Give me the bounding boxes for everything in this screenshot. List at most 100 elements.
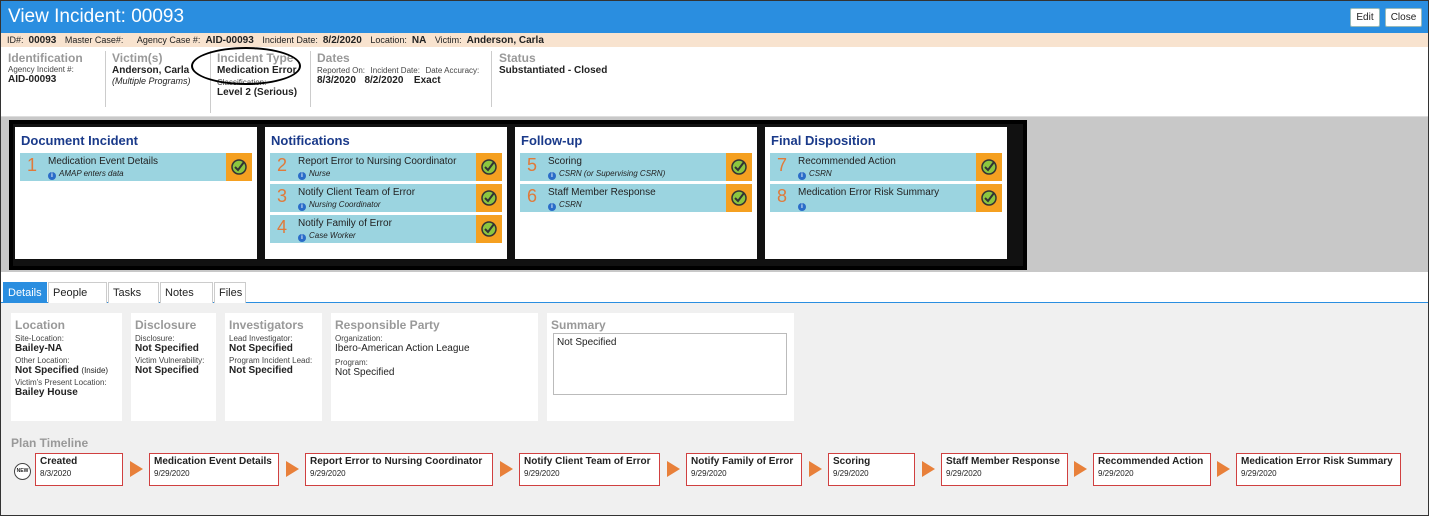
- step-number: 6: [526, 186, 537, 206]
- step-4[interactable]: 4 Notify Family of Error i Case Worker: [270, 215, 502, 243]
- complete-check-icon[interactable]: [976, 184, 1002, 212]
- complete-check-icon[interactable]: [476, 184, 502, 212]
- site-location-label: Site-Location:: [15, 334, 64, 343]
- step-role: AMAP enters data: [59, 169, 124, 178]
- timeline-item-date: 9/29/2020: [691, 469, 727, 478]
- present-location-value: Bailey House: [15, 387, 78, 398]
- complete-check-icon[interactable]: [976, 153, 1002, 181]
- timeline-item-name: Staff Member Response: [946, 456, 1060, 467]
- master-case-label: Master Case#:: [64, 35, 124, 45]
- disclosure-title: Disclosure: [135, 318, 197, 332]
- location-box: Location Site-Location: Bailey-NA Other …: [11, 313, 122, 421]
- complete-check-icon[interactable]: [476, 153, 502, 181]
- step-role: Nursing Coordinator: [309, 200, 381, 209]
- info-icon: i: [548, 203, 556, 211]
- step-label: Medication Error Risk Summary: [798, 187, 940, 198]
- info-icon: i: [298, 172, 306, 180]
- status-section: Status Substantiated - Closed: [491, 51, 691, 107]
- timeline-item-staff-member-response[interactable]: Staff Member Response 9/29/2020: [941, 453, 1068, 486]
- step-1[interactable]: 1 Medication Event Details i AMAP enters …: [20, 153, 252, 181]
- info-icon: i: [298, 234, 306, 242]
- plan-timeline-title: Plan Timeline: [11, 436, 89, 450]
- program-value: Not Specified: [335, 367, 395, 378]
- complete-check-icon[interactable]: [726, 153, 752, 181]
- step-role: Case Worker: [309, 231, 356, 240]
- step-8[interactable]: 8 Medication Error Risk Summary i: [770, 184, 1002, 212]
- summary-textarea[interactable]: Not Specified: [553, 333, 787, 395]
- tab-tasks[interactable]: Tasks (3): [108, 282, 159, 320]
- step-3[interactable]: 3 Notify Client Team of Error i Nursing C…: [270, 184, 502, 212]
- timeline-arrow-icon: [1217, 461, 1230, 477]
- close-button[interactable]: Close: [1385, 8, 1422, 27]
- step-role: CSRN (or Supervising CSRN): [559, 169, 666, 178]
- step-6[interactable]: 6 Staff Member Response i CSRN: [520, 184, 752, 212]
- step-number: 3: [276, 186, 287, 206]
- step-5[interactable]: 5 Scoring i CSRN (or Supervising CSRN): [520, 153, 752, 181]
- step-label: Notify Family of Error: [298, 218, 392, 229]
- dates-section: Dates Reported On: Incident Date: Date A…: [310, 51, 490, 107]
- timeline-item-created[interactable]: Created 8/3/2020: [35, 453, 123, 486]
- other-location-label: Other Location:: [15, 356, 70, 365]
- step-number: 5: [526, 155, 537, 175]
- timeline-item-notify-client-team[interactable]: Notify Client Team of Error 9/29/2020: [519, 453, 660, 486]
- timeline-item-medication-event-details[interactable]: Medication Event Details 9/29/2020: [149, 453, 279, 486]
- tab-notes[interactable]: Notes (0): [160, 282, 213, 320]
- workflow-card-document-incident: Document Incident 1 Medication Event Det…: [15, 127, 257, 259]
- tab-people[interactable]: People (0): [48, 282, 107, 320]
- program-lead-value: Not Specified: [229, 365, 293, 376]
- victim-label: Victim:: [434, 35, 462, 45]
- incident-date-label-hdr: Incident Date:: [370, 66, 420, 75]
- step-label: Notify Client Team of Error: [298, 187, 416, 198]
- step-label: Report Error to Nursing Coordinator: [298, 156, 457, 167]
- timeline-arrow-icon: [500, 461, 513, 477]
- responsible-party-title: Responsible Party: [335, 318, 440, 332]
- incident-date-value: 8/2/2020: [322, 35, 362, 46]
- timeline-item-date: 9/29/2020: [154, 469, 190, 478]
- other-location-value: Not Specified: [15, 365, 79, 376]
- lead-investigator-value: Not Specified: [229, 343, 293, 354]
- tab-files[interactable]: Files: [214, 282, 246, 303]
- timeline-arrow-icon: [922, 461, 935, 477]
- location-title: Location: [15, 318, 65, 332]
- complete-check-icon[interactable]: [726, 184, 752, 212]
- timeline-item-date: 9/29/2020: [833, 469, 869, 478]
- edit-button[interactable]: Edit: [1350, 8, 1380, 27]
- victim-value: Anderson, Carla: [466, 35, 544, 46]
- case-info-bar: ID#: 00093 Master Case#: Agency Case #: AI…: [1, 33, 1428, 47]
- timeline-item-name: Recommended Action: [1098, 456, 1204, 467]
- timeline-item-report-error[interactable]: Report Error to Nursing Coordinator 9/29…: [305, 453, 493, 486]
- timeline-item-recommended-action[interactable]: Recommended Action 9/29/2020: [1093, 453, 1211, 486]
- reported-on-label: Reported On:: [317, 66, 366, 75]
- window-title: View Incident: 00093: [8, 6, 185, 27]
- info-icon: i: [298, 203, 306, 211]
- timeline-item-risk-summary[interactable]: Medication Error Risk Summary 9/29/2020: [1236, 453, 1401, 486]
- step-2[interactable]: 2 Report Error to Nursing Coordinator iN…: [270, 153, 502, 181]
- agency-case-label: Agency Case #:: [136, 35, 201, 45]
- step-label: Scoring: [548, 156, 582, 167]
- complete-check-icon[interactable]: [226, 153, 252, 181]
- status-value: Substantiated: [499, 65, 566, 76]
- status-separator: -: [565, 65, 575, 76]
- timeline-item-name: Medication Event Details: [154, 456, 272, 467]
- step-role: Nurse: [309, 169, 331, 178]
- tab-details[interactable]: Details: [3, 282, 47, 303]
- responsible-party-box: Responsible Party Organization: Ibero-Am…: [331, 313, 538, 421]
- timeline-item-date: 8/3/2020: [40, 469, 72, 478]
- timeline-item-date: 9/29/2020: [1241, 469, 1277, 478]
- other-location-note: (Inside): [81, 366, 109, 375]
- step-7[interactable]: 7 Recommended Action i CSRN: [770, 153, 1002, 181]
- present-location-label: Victim's Present Location:: [15, 378, 107, 387]
- timeline-item-notify-family[interactable]: Notify Family of Error 9/29/2020: [686, 453, 802, 486]
- new-badge-icon: NEW: [14, 463, 31, 480]
- timeline-item-scoring[interactable]: Scoring 9/29/2020: [828, 453, 915, 486]
- timeline-item-date: 9/29/2020: [1098, 469, 1134, 478]
- card-title: Final Disposition: [771, 133, 876, 148]
- timeline-arrow-icon: [286, 461, 299, 477]
- complete-check-icon[interactable]: [476, 215, 502, 243]
- info-icon: i: [798, 172, 806, 180]
- step-role: CSRN: [809, 169, 832, 178]
- detail-tabs: Details People (0) Tasks (3) Notes (0) F…: [1, 282, 1428, 320]
- workflow-card-notifications: Notifications 2 Report Error to Nursing …: [265, 127, 507, 259]
- site-location-value: Bailey-NA: [15, 343, 63, 354]
- timeline-item-name: Medication Error Risk Summary: [1241, 456, 1393, 467]
